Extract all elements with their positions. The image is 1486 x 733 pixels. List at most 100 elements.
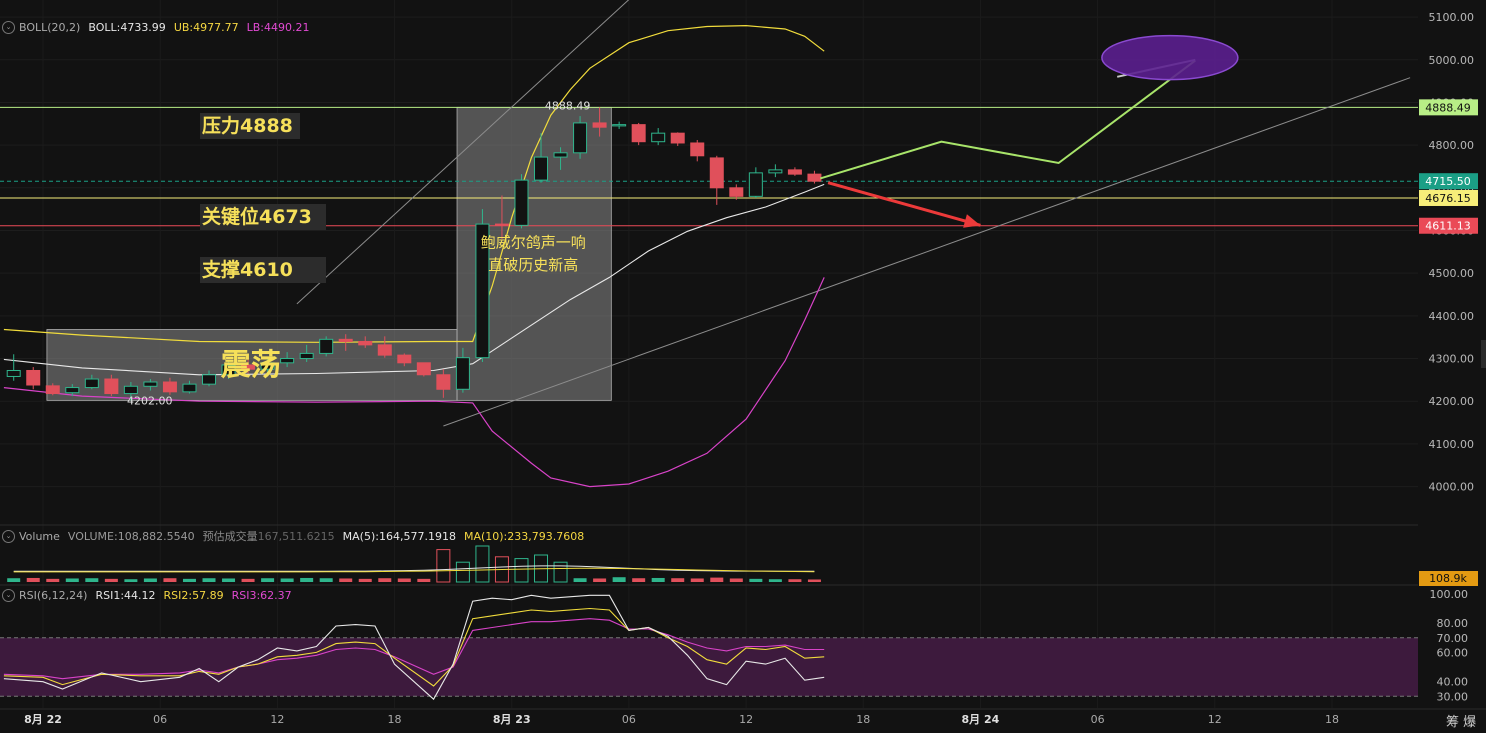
y-tick-label: 5100.00 (1429, 11, 1475, 24)
projection-drawings (820, 34, 1239, 228)
y-tick-label: 4400.00 (1429, 310, 1475, 323)
volume-bar (436, 549, 451, 583)
price-tag-label: 4611.13 (1425, 220, 1471, 233)
time-axis: 8月 22 06 12 18 8月 23 06 12 18 8月 24 06 12 18 (0, 708, 1486, 726)
candle-body (45, 385, 60, 395)
volume-bar (46, 578, 60, 582)
rsi-panel: 100.00 80.00 70.0060.00 40.0030.00 (0, 588, 1468, 703)
boll-header: ⌄ BOLL(20,2) BOLL:4733.99 UB:4977.77 LB:… (2, 21, 309, 34)
volume-bar (807, 579, 821, 582)
volume-bar (455, 561, 470, 583)
boll-value: BOLL:4733.99 (88, 21, 166, 34)
rsi3-value: RSI3:62.37 (231, 589, 292, 602)
volume-bar (339, 578, 353, 582)
y-tick-label: 4200.00 (1429, 395, 1475, 408)
candle (748, 167, 763, 199)
candle-body (6, 369, 21, 377)
volume-estimate-value: 167,511.6215 (257, 529, 335, 543)
volume-bar (573, 578, 587, 582)
candle-body (182, 383, 197, 393)
x-tick-label: 8月 23 (493, 713, 531, 726)
low-price-label: 4202.00 (127, 394, 173, 407)
volume-bar (85, 578, 99, 582)
boll-indicator[interactable]: BOLL(20,2) (19, 21, 80, 34)
candle-body (455, 357, 470, 390)
note-line-1: 鲍威尔鸽声一响 (481, 234, 586, 252)
price-tag-label: 4676.15 (1425, 192, 1471, 205)
candle (631, 122, 646, 146)
x-tick-label: 06 (622, 713, 636, 726)
candle-body (553, 152, 568, 158)
y-tick-label: 4300.00 (1429, 353, 1475, 366)
volume-bar (729, 578, 743, 582)
candle-body (162, 381, 177, 393)
candle-body (436, 374, 451, 390)
rsi-tick-label: 70.00 (1437, 632, 1469, 645)
volume-indicator[interactable]: Volume (19, 530, 60, 543)
volume-bar (300, 577, 314, 582)
volume-bar (417, 578, 431, 582)
x-tick-label: 8月 24 (962, 713, 1000, 726)
chevron-down-icon[interactable]: ⌄ (2, 589, 15, 602)
chevron-down-icon[interactable]: ⌄ (2, 529, 15, 543)
rsi-tick-label: 30.00 (1437, 690, 1469, 703)
high-price-label: 4888.49 (545, 99, 591, 112)
price-tag-label: 4888.49 (1425, 101, 1471, 114)
y-tick-label: 5000.00 (1429, 54, 1475, 67)
candle-body (670, 132, 685, 144)
volume-ma10: MA(10):233,793.7608 (463, 529, 585, 543)
target-ellipse (1101, 34, 1239, 81)
rsi-band (0, 637, 1418, 697)
x-tick-label: 18 (1325, 713, 1339, 726)
candle-body (709, 157, 724, 189)
chevron-down-icon[interactable]: ⌄ (2, 21, 15, 34)
candle-body (631, 124, 646, 143)
price-tag-label: 4715.50 (1425, 175, 1471, 188)
price-axis: 4000.00 4100.00 4200.00 4300.00 4400.00 4500.… (1429, 11, 1475, 494)
boll-lower: LB:4490.21 (246, 21, 310, 34)
candle (475, 209, 490, 362)
candle-body (651, 132, 666, 143)
key-level-label: 关键位4673 (200, 204, 326, 230)
panel-collapse-handle[interactable] (1481, 340, 1486, 368)
candle-body (494, 223, 509, 226)
candle (573, 116, 588, 159)
volume-bar (651, 577, 665, 582)
corner-label: 筹 爆 (1446, 714, 1476, 730)
volume-bar (182, 578, 196, 582)
candle (319, 336, 334, 357)
volume-bar (26, 577, 40, 582)
rsi-tick-label: 60.00 (1437, 646, 1469, 659)
volume-bar (202, 578, 216, 582)
volume-value: VOLUME:108,882.5540 (67, 529, 195, 543)
volume-bar (7, 578, 21, 582)
candle (514, 174, 529, 229)
candle-body (26, 369, 41, 386)
y-tick-label: 4500.00 (1429, 267, 1475, 280)
volume-bar (104, 578, 118, 582)
rsi-indicator[interactable]: RSI(6,12,24) (19, 589, 87, 602)
x-tick-label: 18 (388, 713, 402, 726)
candle-body (768, 169, 783, 174)
candle-body (397, 354, 412, 364)
volume-bar (632, 578, 646, 582)
candle-body (748, 172, 763, 197)
chart-canvas: 4000.00 4100.00 4200.00 4300.00 4400.00 4500.… (0, 0, 1486, 730)
candle (416, 362, 431, 377)
candle (670, 132, 685, 146)
volume-bar (319, 578, 333, 582)
volume-panel: 108.9k (7, 545, 1478, 586)
volume-header: ⌄ Volume VOLUME:108,882.5540 预估成交量 167,5… (2, 528, 584, 544)
rsi1-value: RSI1:44.12 (95, 589, 156, 602)
volume-tag-label: 108.9k (1429, 572, 1467, 585)
y-tick-label: 4800.00 (1429, 139, 1475, 152)
candle-body (729, 187, 744, 197)
candle-body (807, 173, 822, 182)
candle (729, 184, 744, 200)
x-tick-label: 06 (1091, 713, 1105, 726)
x-tick-label: 12 (1208, 713, 1222, 726)
candle (690, 140, 705, 162)
volume-bar (143, 578, 157, 582)
rsi-tick-label: 100.00 (1430, 588, 1469, 601)
volume-bar (358, 578, 372, 582)
